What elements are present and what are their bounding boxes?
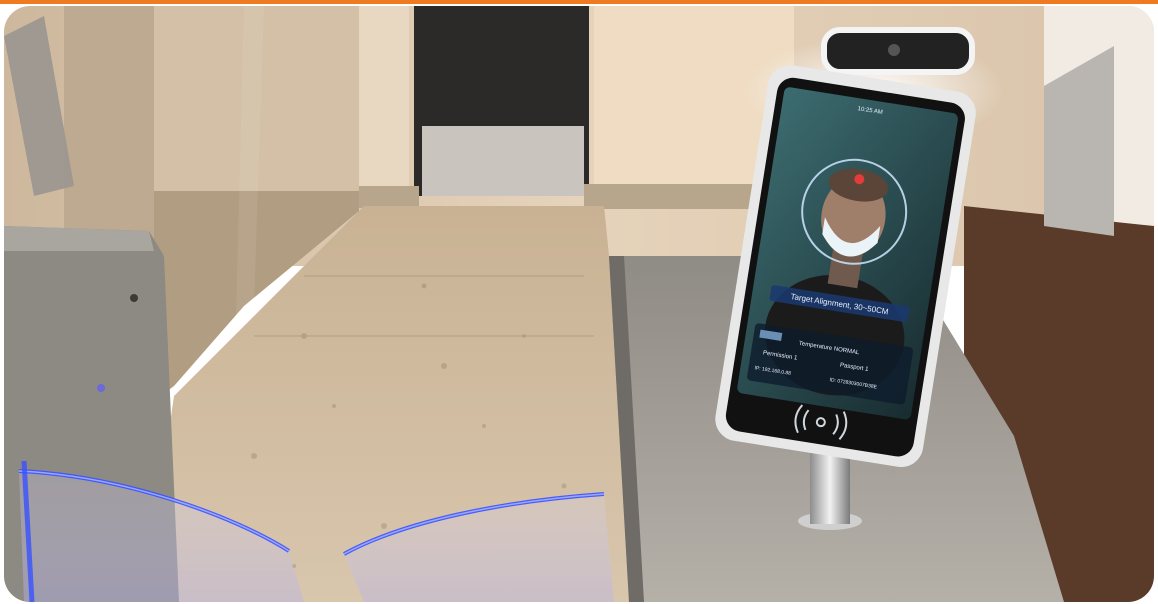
photo-frame: 10:25 AM Target Alignment, 30~50CM Tempe…: [4, 6, 1154, 602]
pillar: [359, 6, 409, 206]
top-accent-bar: [0, 0, 1158, 4]
scene-photo: 10:25 AM Target Alignment, 30~50CM Tempe…: [4, 6, 1154, 602]
doorway-floor: [422, 126, 584, 196]
